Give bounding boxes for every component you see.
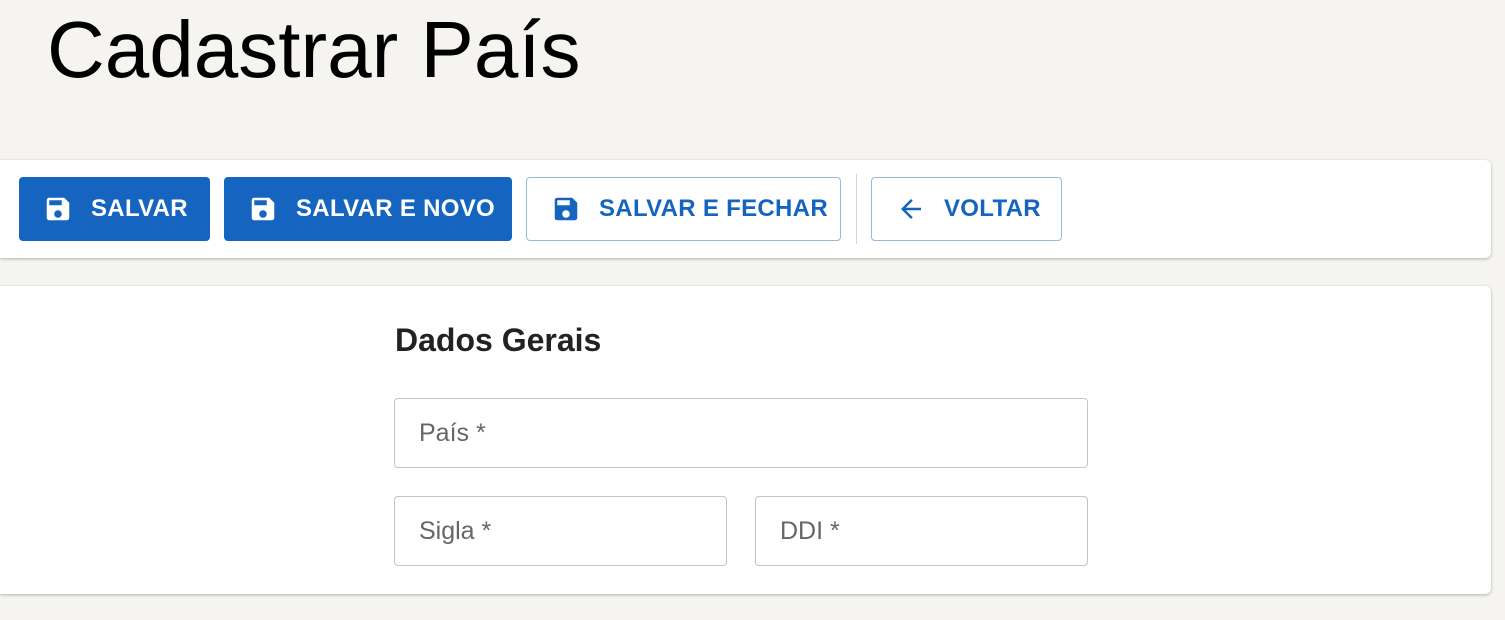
ddi-field[interactable]: DDI *: [755, 496, 1088, 566]
action-toolbar: SALVAR SALVAR E NOVO SALVAR E FECHAR VOL…: [0, 160, 1491, 258]
arrow-left-icon: [896, 194, 926, 224]
form-card: Dados Gerais País * Sigla * DDI *: [0, 286, 1491, 594]
save-and-new-button-label: SALVAR E NOVO: [296, 195, 496, 222]
toolbar-divider: [856, 174, 857, 244]
save-icon: [43, 194, 73, 224]
abbreviation-field[interactable]: Sigla *: [394, 496, 727, 566]
abbreviation-field-label: Sigla *: [419, 516, 492, 545]
save-button[interactable]: SALVAR: [19, 177, 210, 241]
page-title: Cadastrar País: [47, 5, 581, 94]
save-and-close-button-label: SALVAR E FECHAR: [599, 195, 828, 222]
ddi-field-label: DDI *: [780, 516, 840, 545]
save-and-new-button[interactable]: SALVAR E NOVO: [224, 177, 512, 241]
back-button-label: VOLTAR: [944, 195, 1041, 222]
page: Cadastrar País SALVAR SALVAR E NOVO SALV…: [0, 0, 1505, 620]
save-icon: [248, 194, 278, 224]
country-field-label: País *: [419, 418, 486, 447]
save-button-label: SALVAR: [91, 195, 188, 222]
section-title: Dados Gerais: [395, 322, 602, 358]
save-and-close-button[interactable]: SALVAR E FECHAR: [526, 177, 841, 241]
save-icon: [551, 194, 581, 224]
back-button[interactable]: VOLTAR: [871, 177, 1062, 241]
country-field[interactable]: País *: [394, 398, 1088, 468]
